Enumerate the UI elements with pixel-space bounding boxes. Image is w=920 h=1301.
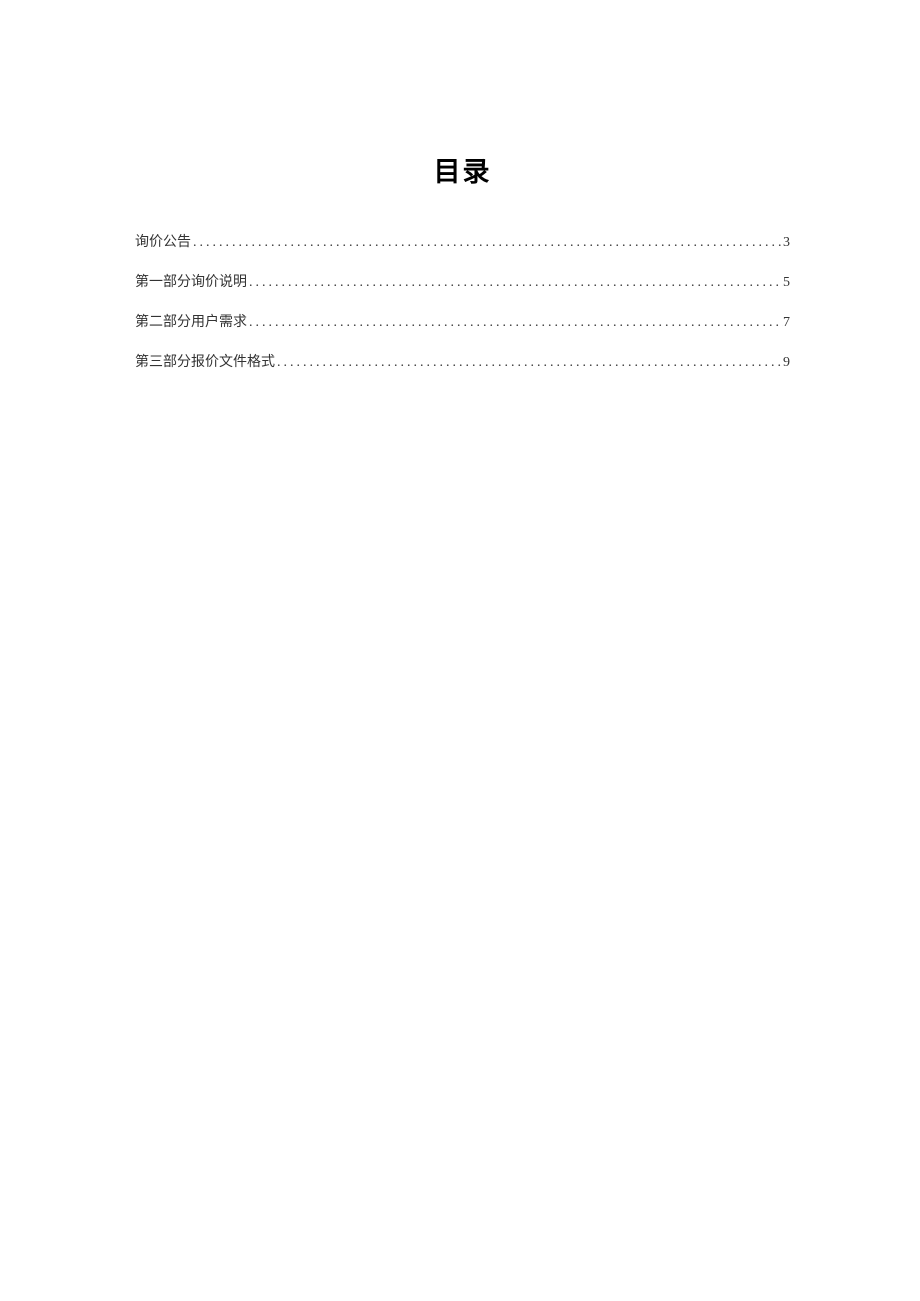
toc-entry: 第一部分询价说明 5 (135, 271, 790, 291)
toc-entries: 询价公告 3 第一部分询价说明 5 第二部分用户需求 7 第三部分报价文件格式 … (135, 231, 790, 371)
page-container: 目录 询价公告 3 第一部分询价说明 5 第二部分用户需求 7 第三部分报价文件… (0, 0, 920, 471)
toc-entry: 第三部分报价文件格式 9 (135, 351, 790, 371)
toc-dots (247, 315, 783, 331)
toc-dots (191, 235, 783, 251)
toc-entry-page: 3 (783, 235, 790, 251)
toc-entry-page: 7 (783, 315, 790, 331)
toc-entry: 第二部分用户需求 7 (135, 311, 790, 331)
toc-entry-page: 5 (783, 275, 790, 291)
toc-title: 目录 (135, 150, 790, 189)
toc-entry-label: 第一部分询价说明 (135, 271, 247, 291)
toc-entry-page: 9 (783, 355, 790, 371)
toc-entry-label: 第三部分报价文件格式 (135, 351, 275, 371)
toc-entry-label: 第二部分用户需求 (135, 311, 247, 331)
toc-dots (247, 275, 783, 291)
toc-entry-label: 询价公告 (135, 231, 191, 251)
toc-dots (275, 355, 783, 371)
toc-entry: 询价公告 3 (135, 231, 790, 251)
